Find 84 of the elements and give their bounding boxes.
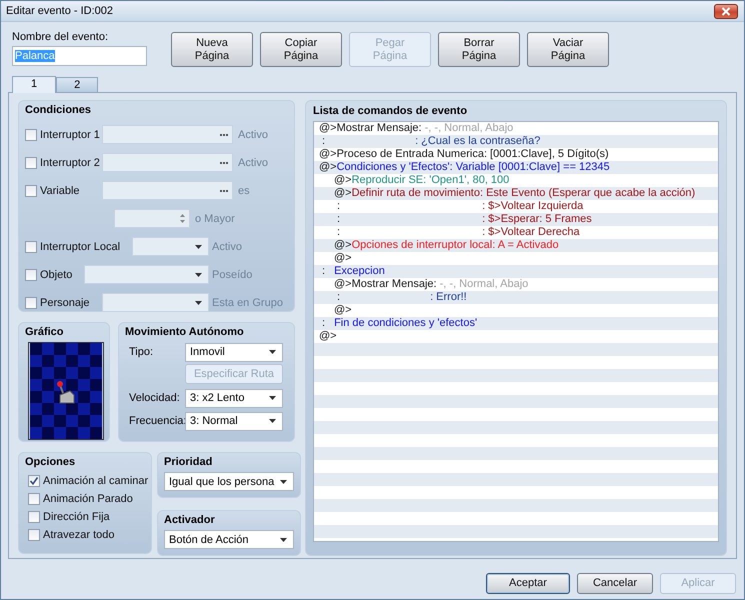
field-label: Tipo: — [128, 346, 154, 358]
command-line[interactable]: : Excepcion — [314, 265, 385, 278]
dialog-button[interactable]: Cancelar — [577, 573, 653, 594]
checkbox-label: Animación al caminar — [43, 475, 148, 487]
command-line[interactable]: @>Mostrar Mensaje: -, -, Normal, Abajo — [314, 278, 528, 291]
command-line[interactable]: : : $>Voltear Izquierda — [314, 200, 584, 213]
panel-title: Activador — [164, 513, 216, 527]
dialog-button[interactable]: Aceptar — [486, 573, 570, 594]
command-line[interactable]: @> — [314, 252, 352, 265]
picker-field[interactable] — [102, 153, 233, 172]
page-button[interactable]: Vaciar Página — [527, 32, 609, 67]
page-button[interactable]: Borrar Página — [438, 32, 520, 67]
condition-suffix: Poseído — [212, 268, 254, 280]
command-line[interactable]: @>Proceso de Entrada Numerica: [0001:Clave], 5 Dígito(s) — [314, 148, 609, 161]
dropdown[interactable]: Botón de Acción — [164, 530, 294, 549]
command-line[interactable]: @>Definir ruta de movimiento: Este Evento (Esperar que acabe la acción) — [314, 187, 696, 200]
checkbox-label: Interruptor 2 — [40, 156, 100, 168]
caret-icon — [195, 244, 202, 248]
command-line[interactable]: : Fin de condiciones y 'efectos' — [314, 317, 478, 330]
checkbox[interactable] — [28, 475, 40, 487]
page-button[interactable]: Copiar Página — [260, 32, 342, 67]
checkbox[interactable] — [25, 156, 37, 168]
panel-title: Condiciones — [25, 103, 92, 117]
condition-suffix: es — [238, 184, 251, 196]
checkbox[interactable] — [25, 240, 37, 252]
command-line[interactable]: : : $>Esperar: 5 Frames — [314, 213, 592, 226]
panel-title: Gráfico — [25, 325, 65, 339]
lever-sprite-drawing[interactable] — [28, 342, 104, 440]
field-label: Nombre del evento: — [12, 31, 109, 43]
command-line[interactable]: @>Condiciones y 'Efectos': Variable [0001:Clave] == 12345 — [314, 161, 610, 174]
panel-title: Lista de comandos de evento — [313, 104, 468, 118]
checkbox-label: Personaje — [40, 296, 90, 308]
page-button[interactable]: Nueva Página — [171, 32, 253, 67]
command-line[interactable]: : : $>Voltear Derecha — [314, 226, 580, 239]
caret-icon — [195, 300, 202, 304]
command-line[interactable]: : : ¿Cual es la contraseña? — [314, 135, 540, 148]
checkbox[interactable] — [25, 128, 37, 140]
condition-suffix: Activo — [238, 128, 269, 140]
panel-title: Opciones — [25, 455, 76, 469]
panel-title: Movimiento Autónomo — [125, 325, 245, 339]
caret-icon — [280, 480, 288, 484]
condition-suffix: Esta en Grupo — [212, 296, 284, 308]
dropdown[interactable]: 3: Normal — [185, 412, 283, 430]
close-button[interactable] — [714, 4, 738, 18]
checkbox-label: Dirección Fija — [43, 511, 110, 523]
condition-suffix: o Mayor — [195, 212, 236, 224]
checkbox-label: Objeto — [40, 268, 72, 280]
picker-field[interactable] — [102, 181, 233, 200]
checkbox[interactable] — [28, 511, 40, 523]
condition-suffix: Activo — [238, 156, 269, 168]
condition-suffix: Activo — [212, 240, 243, 252]
checkbox[interactable] — [28, 493, 40, 505]
caret-icon — [269, 396, 276, 400]
checkbox[interactable] — [25, 268, 37, 280]
checkbox[interactable] — [25, 184, 37, 196]
command-line[interactable]: @>Opciones de interruptor local: A = Activado — [314, 239, 559, 252]
panel-title: Prioridad — [164, 455, 214, 469]
picker-field[interactable] — [102, 125, 233, 144]
caret-icon — [269, 419, 276, 423]
caret-icon — [195, 272, 202, 276]
checkbox[interactable] — [28, 529, 40, 541]
field-label: Velocidad: — [128, 392, 181, 404]
command-line[interactable]: @> — [314, 304, 352, 317]
dropdown[interactable]: Inmovil — [185, 342, 283, 362]
tab[interactable]: 1 — [12, 76, 56, 93]
caret-icon — [269, 350, 276, 354]
command-line[interactable]: @> — [314, 330, 337, 343]
window-title: Editar evento - ID:002 — [6, 5, 114, 17]
command-line[interactable]: @>Mostrar Mensaje: -, -, Normal, Abajo — [314, 122, 514, 135]
checkbox[interactable] — [25, 296, 37, 308]
checkbox-label: Interruptor Local — [40, 240, 120, 252]
spinner-arrows-icon — [180, 213, 185, 224]
tab[interactable]: 2 — [56, 77, 98, 92]
command-line[interactable]: : : Error!! — [314, 291, 467, 304]
checkbox-label: Atravezar todo — [43, 529, 115, 541]
dropdown[interactable]: 3: x2 Lento — [185, 388, 283, 408]
checkbox-label: Animación Parado — [43, 493, 133, 505]
command-line[interactable]: @>Reproducir SE: 'Open1', 80, 100 — [314, 174, 510, 187]
caret-icon — [280, 538, 288, 542]
checkbox-label: Interruptor 1 — [40, 128, 100, 140]
field-label: Frecuencia: — [128, 415, 185, 427]
dropdown[interactable]: Igual que los persona — [164, 472, 294, 491]
checkbox-label: Variable — [40, 184, 80, 196]
close-icon — [721, 6, 731, 16]
